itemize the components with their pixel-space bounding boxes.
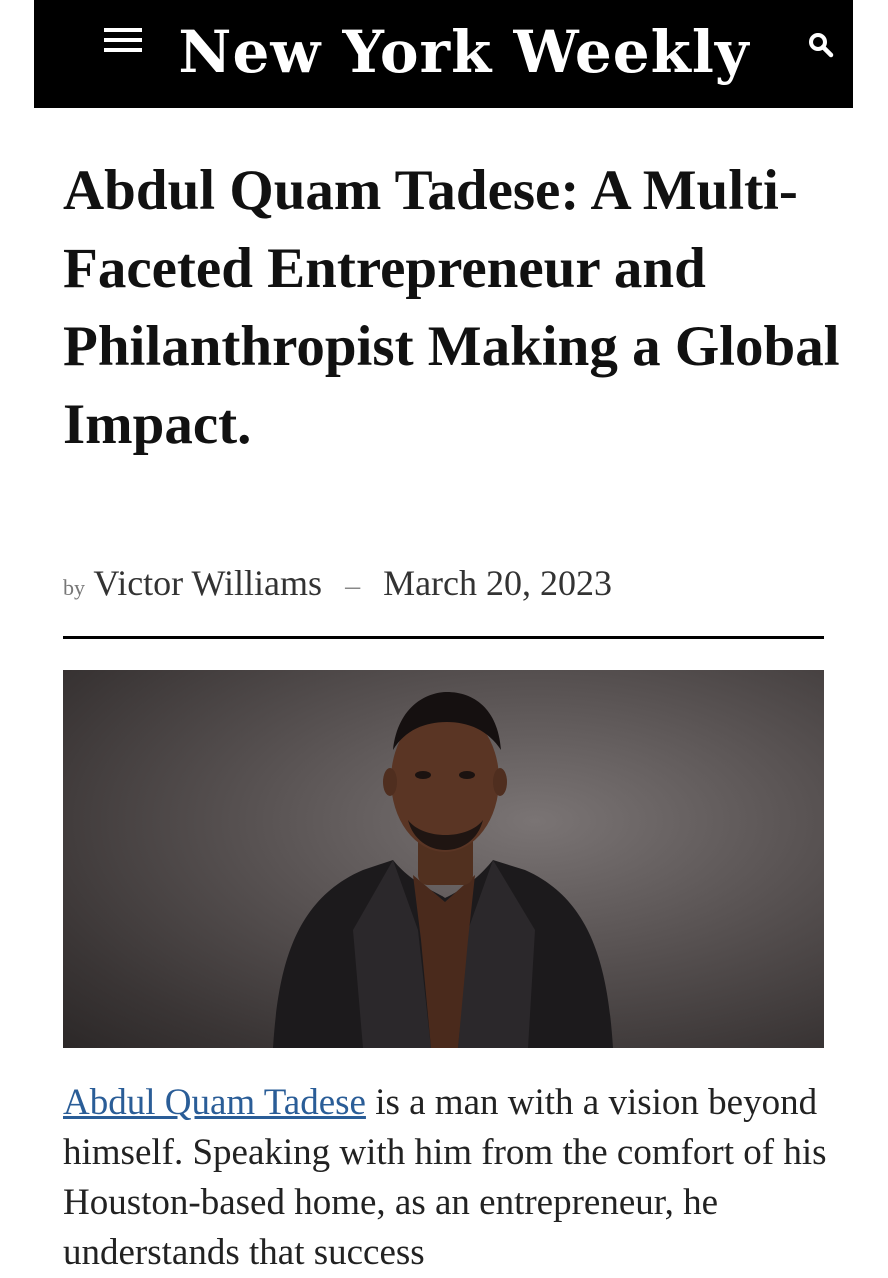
byline-prefix: by (63, 575, 85, 600)
author-profile-link[interactable]: Abdul Quam Tadese (63, 1082, 366, 1123)
site-header: New York Weekly (34, 0, 853, 108)
search-icon[interactable] (806, 30, 836, 60)
byline-separator: – (345, 569, 361, 602)
author-name[interactable]: Victor Williams (93, 563, 322, 603)
article-headline: Abdul Quam Tadese: A Multi-Faceted Entre… (63, 159, 840, 456)
publish-date: March 20, 2023 (383, 563, 613, 603)
site-logo[interactable]: New York Weekly (154, 14, 774, 90)
portrait-illustration (273, 692, 613, 1048)
divider (63, 636, 824, 639)
article-photo (63, 670, 824, 1048)
byline: by Victor Williams – March 20, 2023 (63, 560, 612, 611)
article-body: Abdul Quam Tadese is a man with a vision… (63, 1078, 843, 1278)
hamburger-menu-icon[interactable] (104, 28, 144, 56)
